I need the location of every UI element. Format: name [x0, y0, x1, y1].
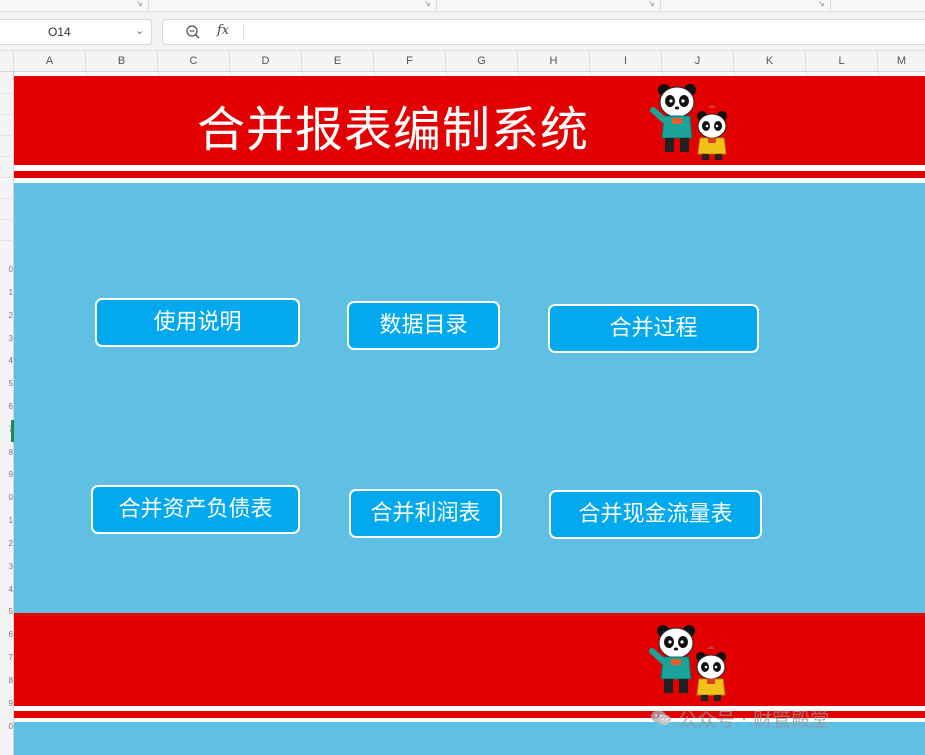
row-number[interactable]: 6: [0, 402, 13, 411]
row-divider: [0, 114, 14, 115]
row-number[interactable]: 7: [0, 653, 13, 662]
row-number[interactable]: 9: [0, 699, 13, 708]
ribbon-group-divider: [660, 0, 661, 10]
footer-banner: [14, 613, 925, 706]
name-box-value: O14: [48, 25, 71, 39]
chevron-down-icon[interactable]: ⌄: [135, 24, 144, 37]
column-header-row: A B C D E F G H I J K L M: [0, 50, 925, 72]
row-number[interactable]: 2: [0, 539, 13, 548]
column-header[interactable]: B: [86, 51, 158, 72]
ribbon-group-divider: [830, 0, 831, 10]
watermark-text: 公众号 · 财管殿堂: [678, 708, 830, 731]
wechat-icon: [651, 710, 671, 726]
formula-bar: O14 ⌄ fx: [0, 12, 925, 50]
row-divider: [0, 135, 14, 136]
column-header[interactable]: H: [518, 51, 590, 72]
consolidated-income-statement-button[interactable]: 合并利润表: [349, 489, 502, 538]
row-number[interactable]: 8: [0, 448, 13, 457]
row-number[interactable]: 4: [0, 585, 13, 594]
dialog-launcher-icon[interactable]: ↘: [648, 0, 655, 8]
column-header[interactable]: D: [230, 51, 302, 72]
column-header[interactable]: E: [302, 51, 374, 72]
row-number[interactable]: 0: [0, 265, 13, 274]
row-number[interactable]: 8: [0, 676, 13, 685]
ribbon-group-divider: [436, 0, 437, 10]
row-number[interactable]: 3: [0, 334, 13, 343]
data-directory-button[interactable]: 数据目录: [347, 301, 500, 350]
dialog-launcher-icon[interactable]: ↘: [818, 0, 825, 8]
row-number[interactable]: 5: [0, 607, 13, 616]
row-number[interactable]: 6: [0, 630, 13, 639]
row-number[interactable]: 3: [0, 562, 13, 571]
row-number[interactable]: 4: [0, 356, 13, 365]
watermark: 公众号 · 财管殿堂: [650, 706, 830, 731]
column-header[interactable]: C: [158, 51, 230, 72]
worksheet-canvas[interactable]: 合并报表编制系统 使用说明 数据目录 合并过程 合并资产负债表 合并利润表 合并…: [14, 72, 925, 755]
consolidated-balance-sheet-button[interactable]: 合并资产负债表: [91, 485, 300, 534]
instructions-button[interactable]: 使用说明: [95, 298, 300, 347]
row-divider: [0, 219, 14, 220]
page-title: 合并报表编制系统: [197, 102, 590, 158]
name-box[interactable]: O14 ⌄: [0, 19, 152, 45]
column-header[interactable]: L: [806, 51, 878, 72]
column-header[interactable]: J: [662, 51, 734, 72]
formula-input[interactable]: fx: [162, 19, 925, 45]
row-divider: [0, 156, 14, 157]
row-number[interactable]: 1: [0, 516, 13, 525]
select-all-corner[interactable]: [0, 51, 14, 72]
consolidated-cash-flow-button[interactable]: 合并现金流量表: [549, 490, 762, 539]
row-number[interactable]: 2: [0, 311, 13, 320]
dialog-launcher-icon[interactable]: ↘: [136, 0, 143, 8]
row-divider: [0, 198, 14, 199]
dialog-launcher-icon[interactable]: ↘: [424, 0, 431, 8]
row-header-column: 0 1 2 3 4 5 6 7 8 9 0 1 2 3 4 5 6 7 8 9 …: [0, 72, 14, 755]
row-number[interactable]: 5: [0, 379, 13, 388]
row-divider: [0, 177, 14, 178]
row-number[interactable]: 0: [0, 722, 13, 731]
column-header[interactable]: A: [14, 51, 86, 72]
zoom-in-icon[interactable]: [185, 24, 201, 40]
panda-mascot-icon: [650, 84, 727, 160]
ribbon-group-divider: [148, 0, 149, 10]
consolidation-process-button[interactable]: 合并过程: [548, 304, 759, 353]
formula-divider: [243, 24, 244, 41]
panda-mascot-icon: [649, 625, 726, 701]
column-header[interactable]: M: [878, 51, 925, 72]
column-header[interactable]: I: [590, 51, 662, 72]
row-number[interactable]: 9: [0, 470, 13, 479]
spreadsheet-window: ↘ ↘ ↘ ↘ O14 ⌄ fx A B C D E F G H I J K L…: [0, 0, 925, 755]
column-header[interactable]: K: [734, 51, 806, 72]
row-number[interactable]: 0: [0, 493, 13, 502]
navigation-panel: 使用说明 数据目录 合并过程 合并资产负债表 合并利润表 合并现金流量表: [14, 183, 925, 613]
row-number[interactable]: 1: [0, 288, 13, 297]
title-banner: 合并报表编制系统: [14, 76, 925, 165]
column-header[interactable]: F: [374, 51, 446, 72]
insert-function-icon[interactable]: fx: [217, 23, 229, 38]
row-divider: [0, 93, 14, 94]
row-divider: [0, 240, 14, 241]
banner-stripe: [14, 171, 925, 178]
column-header[interactable]: G: [446, 51, 518, 72]
ribbon-bottom-edge: ↘ ↘ ↘ ↘: [0, 0, 925, 12]
